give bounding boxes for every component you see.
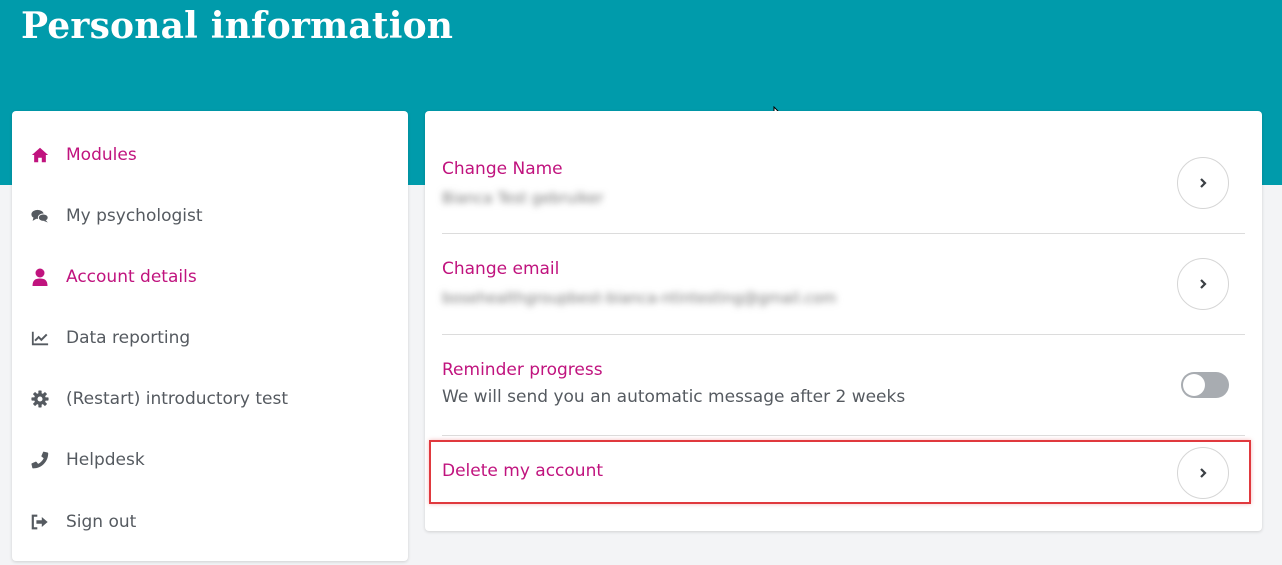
sidebar-item-data-reporting[interactable]: Data reporting [12,316,408,360]
chat-bubbles-icon [30,206,50,226]
chevron-right-icon [1200,178,1207,188]
sidebar-item-label: Data reporting [66,328,191,348]
delete-account-row[interactable]: Delete my account [442,461,1245,491]
change-email-button[interactable] [1177,258,1229,310]
sidebar-item-label: (Restart) introductory test [66,389,289,409]
sidebar-item-label: Helpdesk [66,450,145,470]
sidebar-item-restart-introductory-test[interactable]: (Restart) introductory test [12,377,408,421]
user-icon [30,267,50,287]
chevron-right-icon [1200,279,1207,289]
change-name-value: Bianca Test gebruiker [442,189,604,207]
divider [442,435,1245,436]
change-email-value: bosehealthgroupbest-bianca-ntintesting@g… [442,289,837,307]
change-name-title: Change Name [442,159,563,179]
reminder-progress-toggle[interactable] [1181,372,1229,398]
sidebar-item-sign-out[interactable]: Sign out [12,500,408,544]
chevron-right-icon [1200,468,1207,478]
change-name-row[interactable]: Change Name Bianca Test gebruiker [442,159,1245,219]
sidebar-item-label: Sign out [66,512,137,532]
reminder-progress-row: Reminder progress We will send you an au… [442,360,1245,420]
home-icon [30,145,50,165]
sign-out-icon [30,512,50,532]
delete-account-button[interactable] [1177,447,1229,499]
divider [442,233,1245,234]
divider [442,334,1245,335]
reminder-progress-description: We will send you an automatic message af… [442,387,906,407]
sidebar-nav: Modules My psychologist Account details … [12,111,408,561]
sidebar-item-account-details[interactable]: Account details [12,255,408,299]
page-title: Personal information [21,5,454,47]
gear-icon [30,389,50,409]
reminder-progress-title: Reminder progress [442,360,603,380]
account-settings-panel: Change Name Bianca Test gebruiker Change… [425,111,1262,531]
phone-icon [30,450,50,470]
toggle-knob [1183,374,1205,396]
sidebar-item-label: Account details [66,267,197,287]
change-email-title: Change email [442,259,560,279]
sidebar-item-label: My psychologist [66,206,203,226]
delete-account-title: Delete my account [442,461,604,481]
change-email-row[interactable]: Change email bosehealthgroupbest-bianca-… [442,259,1245,319]
line-chart-icon [30,328,50,348]
sidebar-item-label: Modules [66,145,137,165]
change-name-button[interactable] [1177,157,1229,209]
sidebar-item-modules[interactable]: Modules [12,133,408,177]
sidebar-item-my-psychologist[interactable]: My psychologist [12,194,408,238]
sidebar-item-helpdesk[interactable]: Helpdesk [12,438,408,482]
